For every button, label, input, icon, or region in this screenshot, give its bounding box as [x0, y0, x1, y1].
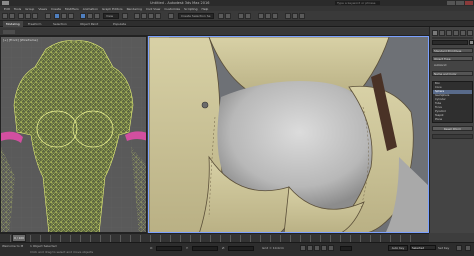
object-type-rollout[interactable]: Object Type	[432, 56, 473, 61]
rect-selection-icon[interactable]	[68, 13, 74, 19]
object-type-list: Box Cone Sphere GeoSphere Cylinder Tube Torus P…	[432, 81, 473, 123]
secondary-dropdown[interactable]	[432, 134, 473, 139]
create-tab-icon[interactable]	[432, 30, 438, 36]
ribbon-tab[interactable]: Selection	[53, 21, 67, 27]
auto-key-button[interactable]: Auto Key	[388, 245, 408, 251]
motion-tab-icon[interactable]	[453, 30, 459, 36]
y-label: Y:	[186, 246, 189, 250]
current-frame-field[interactable]	[340, 246, 352, 251]
mirror-icon[interactable]	[218, 13, 224, 19]
ribbon-tab[interactable]: Object Paint	[80, 21, 98, 27]
prompt-line: Click and drag to select and move object…	[30, 250, 94, 254]
layer-manager-icon[interactable]	[238, 13, 244, 19]
render-production-icon[interactable]	[299, 13, 305, 19]
play-icon[interactable]	[314, 245, 320, 251]
display-tab-icon[interactable]	[460, 30, 466, 36]
z-coord-field[interactable]	[228, 246, 254, 251]
ribbon-tab[interactable]: Populate	[113, 21, 126, 27]
link-icon[interactable]	[18, 13, 24, 19]
go-to-start-icon[interactable]	[300, 245, 306, 251]
ribbon-tab[interactable]: Freeform	[28, 21, 41, 27]
timeline-ticks	[10, 235, 420, 242]
named-selection-dropdown[interactable]: Create Selection Se	[178, 13, 214, 19]
scale-icon[interactable]	[94, 13, 100, 19]
x-label: X:	[150, 246, 154, 250]
rotate-icon[interactable]	[87, 13, 93, 19]
unlink-icon[interactable]	[25, 13, 31, 19]
y-coord-field[interactable]	[192, 246, 218, 251]
reference-coord-dropdown[interactable]: View	[103, 13, 119, 19]
ribbon-panel	[0, 28, 429, 36]
command-panel-tabs	[432, 30, 473, 37]
redo-icon[interactable]	[9, 13, 15, 19]
object-color-swatch[interactable]	[469, 40, 474, 45]
autogrid-checkbox[interactable]: AutoGrid	[434, 63, 446, 67]
ribbon-tab[interactable]: Modeling	[3, 21, 23, 27]
select-by-name-icon[interactable]	[61, 13, 67, 19]
schematic-view-icon[interactable]	[265, 13, 271, 19]
next-frame-icon[interactable]	[321, 245, 327, 251]
snap-toggle-icon[interactable]	[134, 13, 140, 19]
maximize-icon[interactable]	[456, 1, 464, 5]
time-slider[interactable]: 0 / 100	[0, 233, 429, 242]
pivot-icon[interactable]	[122, 13, 128, 19]
wireframe-mesh	[1, 37, 146, 232]
selection-info: 1 Object Selected	[30, 244, 57, 248]
set-key-button[interactable]: Set Key	[438, 246, 449, 250]
reset-xform-button[interactable]: Reset Xform	[432, 126, 473, 131]
spinner-snap-icon[interactable]	[155, 13, 161, 19]
zoom-extents-icon[interactable]	[465, 245, 471, 251]
material-editor-icon[interactable]	[272, 13, 278, 19]
align-icon[interactable]	[225, 13, 231, 19]
rendered-frame-icon[interactable]	[292, 13, 298, 19]
ribbon-tab-bar: Modeling Freeform Selection Object Paint Pop…	[0, 21, 474, 27]
object-name-field[interactable]	[432, 40, 468, 45]
previous-frame-icon[interactable]	[307, 245, 313, 251]
hierarchy-tab-icon[interactable]	[446, 30, 452, 36]
viewport-label[interactable]: [+] [Front] [Wireframe]	[3, 38, 38, 42]
main-toolbar: View Create Selection Se	[0, 11, 474, 21]
name-color-rollout[interactable]: Name and Color	[432, 71, 473, 76]
welcome-field[interactable]: Welcome to M	[2, 244, 23, 248]
viewport-perspective-shaded[interactable]	[148, 36, 429, 233]
time-config-icon[interactable]	[456, 245, 462, 251]
minimize-icon[interactable]	[447, 1, 455, 5]
angle-snap-icon[interactable]	[141, 13, 147, 19]
search-input[interactable]: Type a keyword or phrase	[335, 1, 380, 5]
app-logo-icon[interactable]	[2, 1, 9, 5]
go-to-end-icon[interactable]	[328, 245, 334, 251]
command-panel: Standard Primitives Object Type AutoGrid…	[429, 27, 474, 233]
viewport-front-wireframe[interactable]: [+] [Front] [Wireframe]	[0, 36, 147, 233]
primitives-dropdown[interactable]: Standard Primitives	[432, 48, 473, 53]
select-object-icon[interactable]	[54, 13, 60, 19]
time-slider-handle[interactable]: 0 / 100	[12, 234, 26, 242]
polygon-modeling-button[interactable]	[3, 30, 15, 34]
curve-editor-icon[interactable]	[258, 13, 264, 19]
list-item[interactable]: Plane	[433, 118, 472, 122]
utilities-tab-icon[interactable]	[467, 30, 473, 36]
percent-snap-icon[interactable]	[148, 13, 154, 19]
render-setup-icon[interactable]	[285, 13, 291, 19]
graphite-ribbon-icon[interactable]	[245, 13, 251, 19]
x-coord-field[interactable]	[156, 246, 182, 251]
z-label: Z:	[222, 246, 226, 250]
edit-named-sets-icon[interactable]	[168, 13, 174, 19]
key-mode-dropdown[interactable]: Selected	[410, 245, 436, 250]
filter-icon[interactable]	[45, 13, 51, 19]
grid-size: Grid = 10.0cm	[262, 246, 284, 250]
move-icon[interactable]	[80, 13, 86, 19]
close-icon[interactable]	[465, 1, 473, 5]
status-bar: Welcome to M 1 Object Selected Click and…	[0, 242, 474, 256]
undo-icon[interactable]	[2, 13, 8, 19]
shaded-model-render	[149, 37, 428, 232]
modify-tab-icon[interactable]	[439, 30, 445, 36]
bind-icon[interactable]	[32, 13, 38, 19]
